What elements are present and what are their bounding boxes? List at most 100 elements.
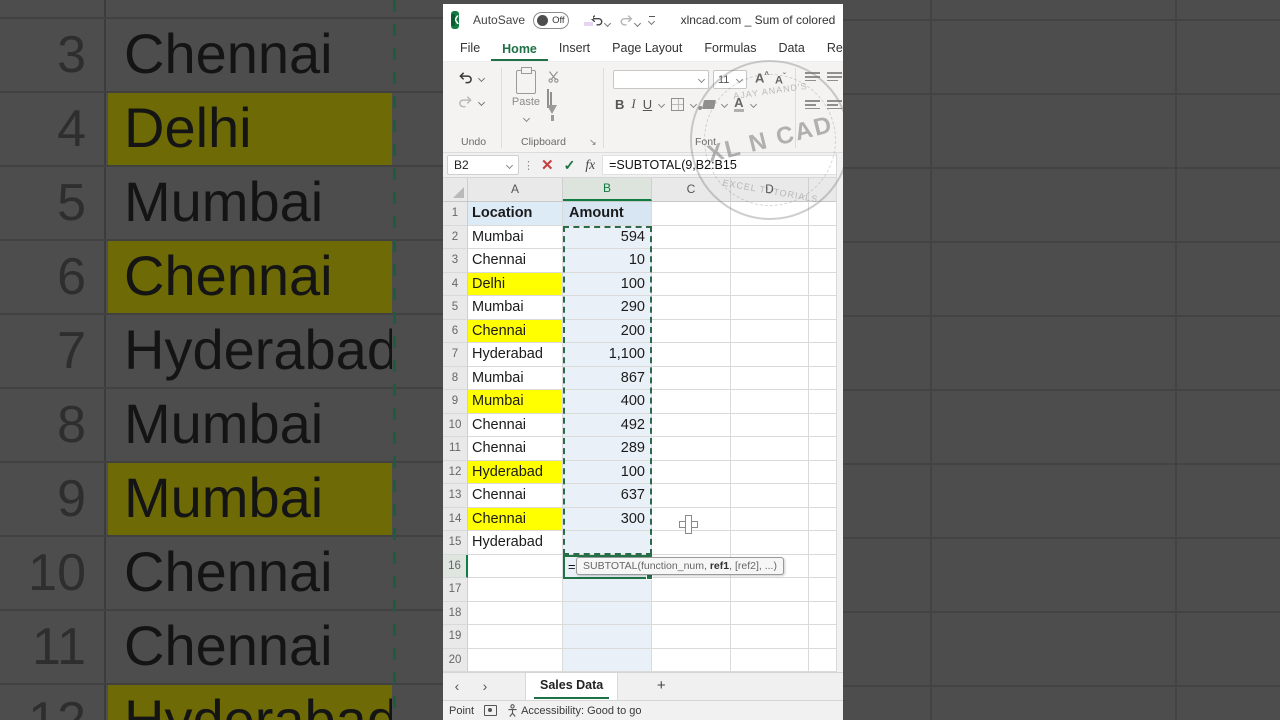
vertical-scrollbar[interactable] (836, 153, 843, 672)
excel-app-icon[interactable]: X (451, 11, 460, 29)
row-header-4[interactable]: 4 (443, 272, 468, 296)
cell-A5[interactable]: Mumbai (468, 296, 563, 320)
cell-B7[interactable]: 1,100 (563, 343, 652, 367)
cell-D15[interactable] (731, 531, 809, 555)
cell-C20[interactable] (652, 648, 731, 672)
format-painter-button[interactable] (547, 105, 557, 132)
cell-D9[interactable] (731, 390, 809, 414)
cell-C18[interactable] (652, 601, 731, 625)
cell-B9[interactable]: 400 (563, 390, 652, 414)
cell-B6[interactable]: 200 (563, 319, 652, 343)
autosave-toggle[interactable]: Off (533, 11, 569, 29)
ribbon-tab-insert[interactable]: Insert (548, 37, 601, 61)
column-header-A[interactable]: A (468, 178, 563, 201)
fill-color-button[interactable] (702, 99, 717, 109)
cell-B8[interactable]: 867 (563, 366, 652, 390)
paste-button[interactable]: Paste (509, 67, 543, 126)
name-box[interactable]: B2 (447, 155, 519, 175)
row-header-19[interactable]: 19 (443, 625, 468, 649)
cell-D17[interactable] (731, 578, 809, 602)
cell-B3[interactable]: 10 (563, 249, 652, 273)
cell-A16[interactable] (468, 554, 563, 578)
cell-C13[interactable] (652, 484, 731, 508)
cell-B4[interactable]: 100 (563, 272, 652, 296)
cell-A13[interactable]: Chennai (468, 484, 563, 508)
row-header-2[interactable]: 2 (443, 225, 468, 249)
ribbon-tab-home[interactable]: Home (491, 38, 548, 61)
row-header-16[interactable]: 16 (443, 554, 468, 578)
cell-A2[interactable]: Mumbai (468, 225, 563, 249)
row-header-17[interactable]: 17 (443, 578, 468, 602)
cell-B13[interactable]: 637 (563, 484, 652, 508)
cell-A8[interactable]: Mumbai (468, 366, 563, 390)
align-left-icon[interactable] (805, 98, 820, 112)
cell-B15[interactable] (563, 531, 652, 555)
font-size-combo[interactable]: 11 (713, 70, 747, 89)
ribbon-tab-formulas[interactable]: Formulas (693, 37, 767, 61)
row-header-9[interactable]: 9 (443, 390, 468, 414)
italic-button[interactable]: I (631, 96, 635, 112)
cell-C9[interactable] (652, 390, 731, 414)
cut-button[interactable] (547, 70, 560, 88)
cell-D5[interactable] (731, 296, 809, 320)
cell-D11[interactable] (731, 437, 809, 461)
cell-C4[interactable] (652, 272, 731, 296)
ribbon-tab-file[interactable]: File (449, 37, 491, 61)
cell-C15[interactable] (652, 531, 731, 555)
undo-ribbon-button[interactable] (457, 70, 474, 90)
cell-A1[interactable]: Location (468, 202, 563, 226)
cell-C10[interactable] (652, 413, 731, 437)
redo-ribbon-button[interactable] (457, 94, 474, 114)
cell-D6[interactable] (731, 319, 809, 343)
cell-D7[interactable] (731, 343, 809, 367)
cell-A4[interactable]: Delhi (468, 272, 563, 296)
grow-font-button[interactable]: A^ (755, 70, 769, 85)
cell-B20[interactable] (563, 648, 652, 672)
cell-D14[interactable] (731, 507, 809, 531)
row-header-13[interactable]: 13 (443, 484, 468, 508)
cell-D10[interactable] (731, 413, 809, 437)
drag-handle-icon[interactable]: ⋮ (523, 159, 534, 172)
cell-A17[interactable] (468, 578, 563, 602)
cell-B12[interactable]: 100 (563, 460, 652, 484)
row-header-14[interactable]: 14 (443, 507, 468, 531)
prev-sheet-button[interactable]: ‹ (443, 673, 471, 700)
cell-B1[interactable]: Amount (563, 202, 652, 226)
macro-record-icon[interactable] (484, 705, 498, 716)
cell-A6[interactable]: Chennai (468, 319, 563, 343)
enter-icon[interactable]: ✓ (561, 157, 579, 174)
bold-button[interactable]: B (615, 97, 624, 112)
cell-C1[interactable] (652, 202, 731, 226)
cell-D20[interactable] (731, 648, 809, 672)
cell-C3[interactable] (652, 249, 731, 273)
cell-D8[interactable] (731, 366, 809, 390)
cancel-icon[interactable]: ✕ (538, 156, 557, 174)
row-header-6[interactable]: 6 (443, 319, 468, 343)
cell-D3[interactable] (731, 249, 809, 273)
cell-A7[interactable]: Hyderabad (468, 343, 563, 367)
insert-function-icon[interactable]: fx (582, 157, 598, 173)
next-sheet-button[interactable]: › (471, 673, 499, 700)
cell-B10[interactable]: 492 (563, 413, 652, 437)
ribbon-tab-review[interactable]: Review (816, 37, 843, 61)
cell-A12[interactable]: Hyderabad (468, 460, 563, 484)
cell-C7[interactable] (652, 343, 731, 367)
font-name-combo[interactable] (613, 70, 709, 89)
cell-C5[interactable] (652, 296, 731, 320)
cell-D18[interactable] (731, 601, 809, 625)
ribbon-tab-data[interactable]: Data (767, 37, 815, 61)
cell-A20[interactable] (468, 648, 563, 672)
cell-A3[interactable]: Chennai (468, 249, 563, 273)
align-top-icon[interactable] (805, 70, 820, 84)
shrink-font-button[interactable]: Aˇ (775, 72, 786, 87)
cell-B17[interactable] (563, 578, 652, 602)
row-header-11[interactable]: 11 (443, 437, 468, 461)
cell-C11[interactable] (652, 437, 731, 461)
redo-button[interactable] (619, 13, 641, 27)
row-header-8[interactable]: 8 (443, 366, 468, 390)
select-all-corner[interactable] (443, 178, 468, 201)
sheet-tab-sales-data[interactable]: Sales Data (525, 673, 619, 700)
row-header-20[interactable]: 20 (443, 648, 468, 672)
row-header-18[interactable]: 18 (443, 601, 468, 625)
row-header-3[interactable]: 3 (443, 249, 468, 273)
